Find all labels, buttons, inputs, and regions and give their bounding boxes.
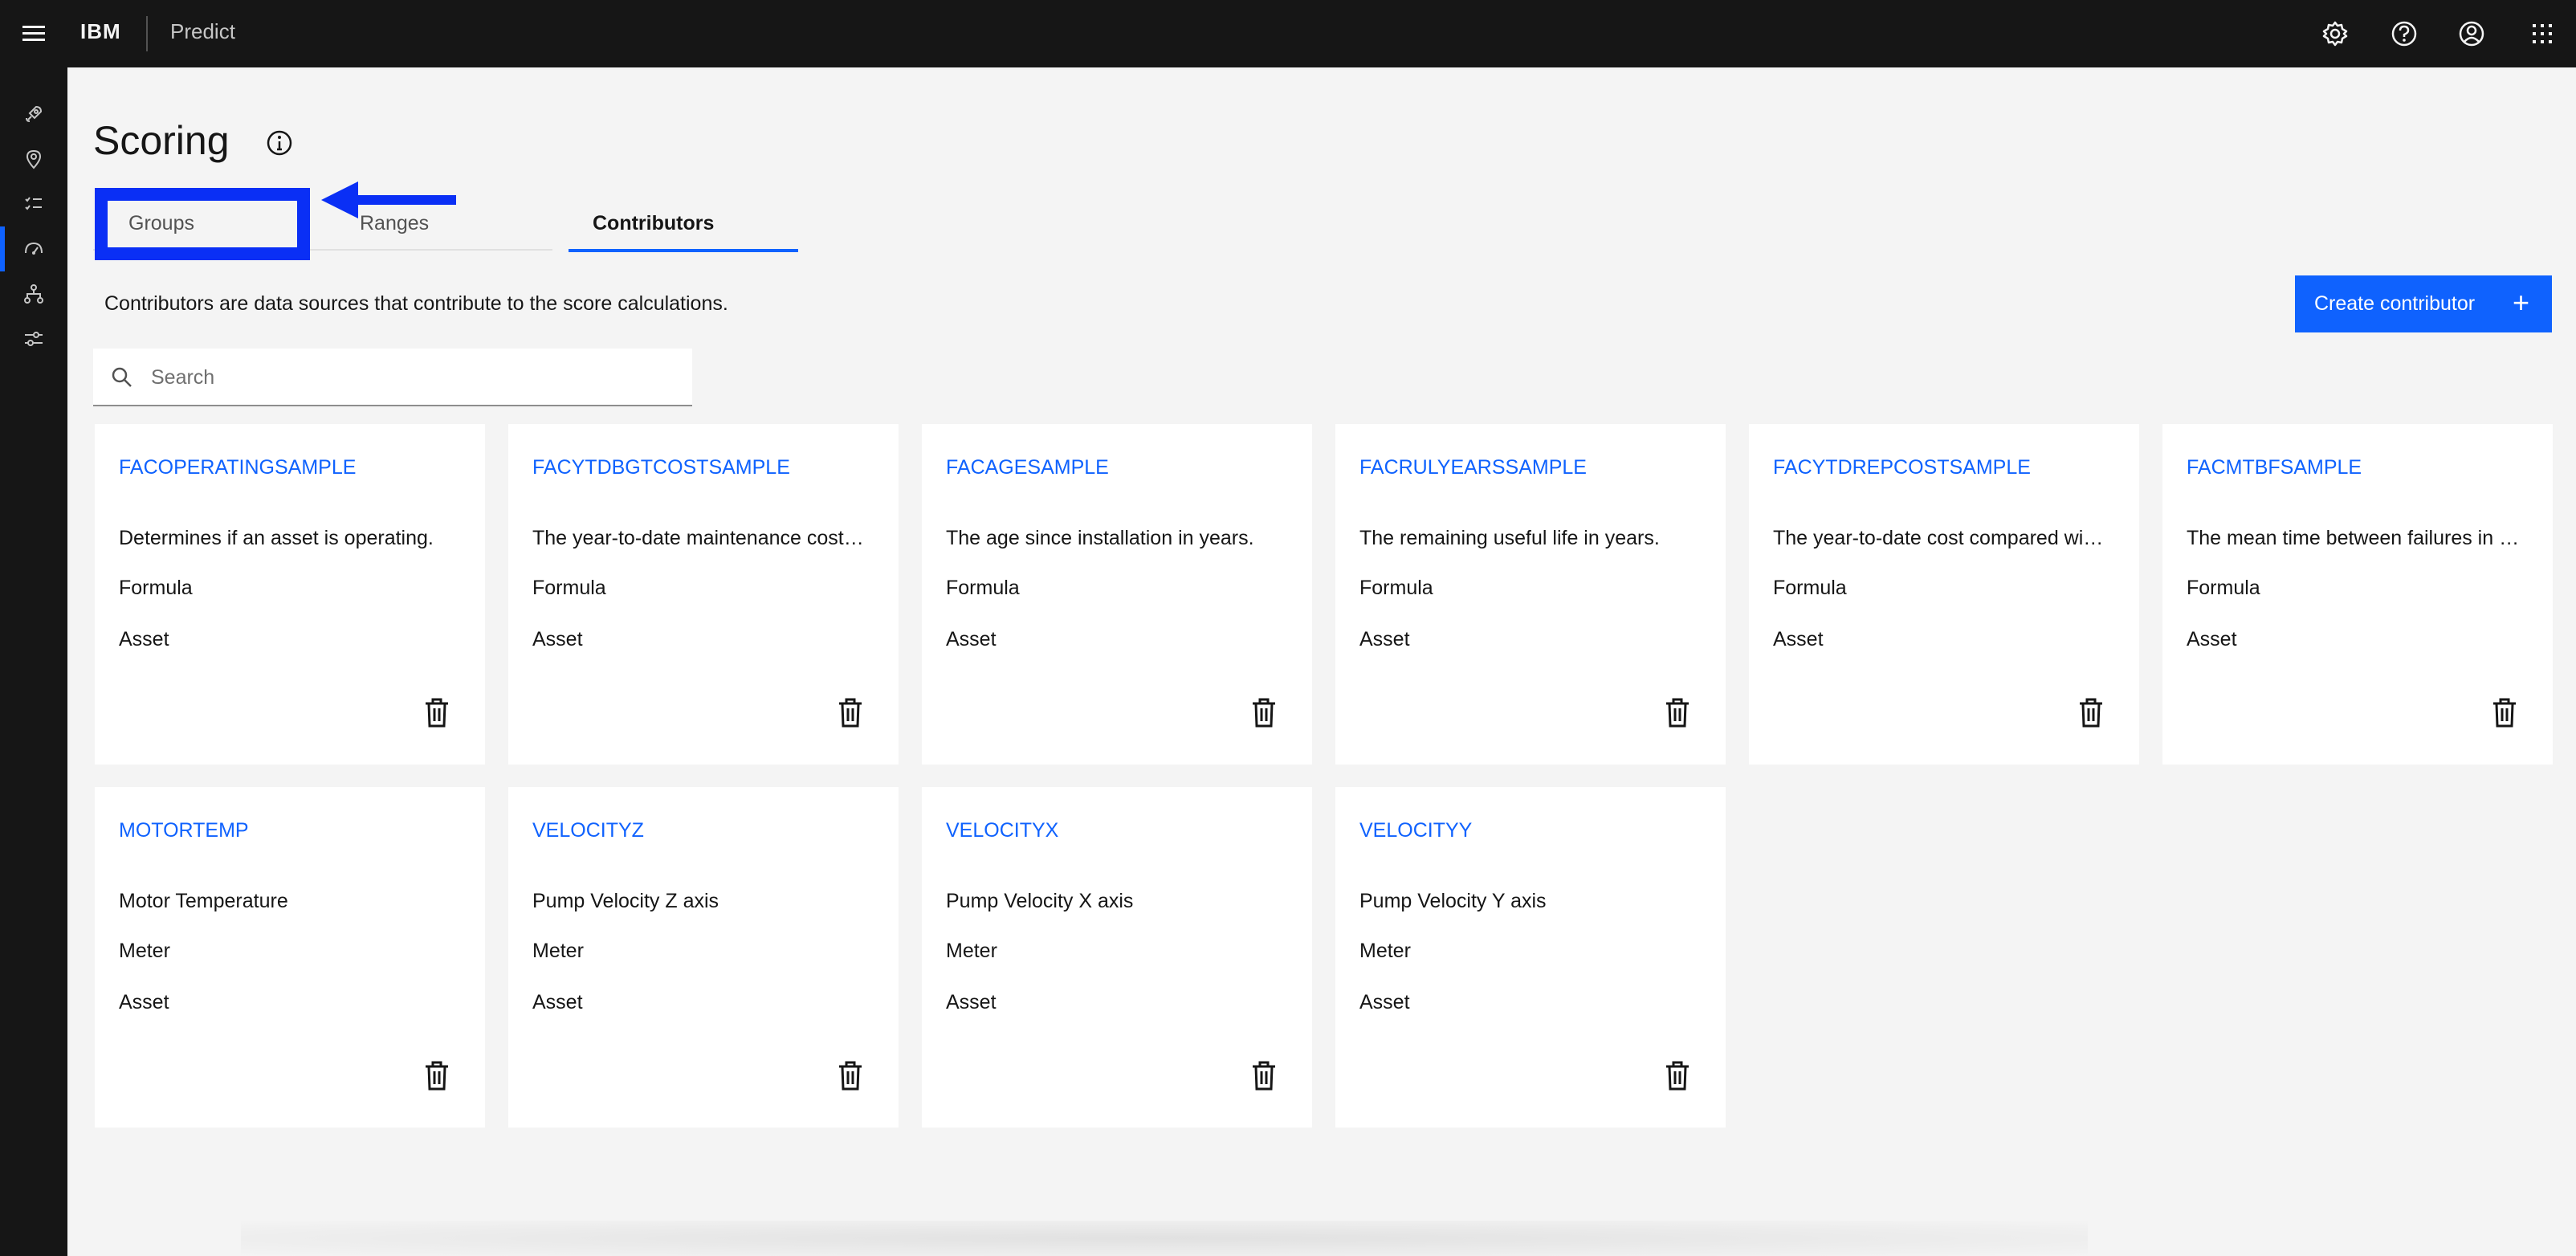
delete-icon[interactable] xyxy=(1248,1058,1280,1094)
contributor-name-link[interactable]: FACOPERATINGSAMPLE xyxy=(119,456,356,479)
delete-icon[interactable] xyxy=(2488,695,2521,731)
delete-icon[interactable] xyxy=(421,695,453,731)
top-header: IBM Predict xyxy=(0,0,2576,67)
checklist-icon[interactable] xyxy=(0,181,67,226)
contributor-scope: Asset xyxy=(119,991,169,1013)
contributor-scope: Asset xyxy=(1773,628,1824,650)
contributor-type: Formula xyxy=(119,577,193,599)
contributor-scope: Asset xyxy=(1359,991,1410,1013)
contributor-name-link[interactable]: FACYTDREPCOSTSAMPLE xyxy=(1773,456,2031,479)
search-icon xyxy=(112,367,132,387)
create-contributor-button[interactable]: Create contributor + xyxy=(2295,275,2552,332)
contributor-type: Meter xyxy=(946,940,997,962)
hierarchy-icon[interactable] xyxy=(0,271,67,316)
dashboard-icon[interactable] xyxy=(0,226,67,271)
search-box xyxy=(93,349,692,406)
contributor-type: Formula xyxy=(2187,577,2260,599)
contributor-scope: Asset xyxy=(119,628,169,650)
contributor-name-link[interactable]: FACRULYEARSSAMPLE xyxy=(1359,456,1587,479)
user-avatar-icon[interactable] xyxy=(2456,18,2488,50)
product-name[interactable]: Predict xyxy=(170,19,235,44)
contributor-description: The age since installation in years. xyxy=(946,527,1254,549)
contributor-scope: Asset xyxy=(1359,628,1410,650)
bottom-shadow xyxy=(241,1221,2088,1256)
contributor-scope: Asset xyxy=(946,991,997,1013)
delete-icon[interactable] xyxy=(834,1058,866,1094)
contributor-type: Formula xyxy=(946,577,1020,599)
header-divider xyxy=(146,16,148,51)
contributor-card[interactable]: FACOPERATINGSAMPLE Determines if an asset… xyxy=(95,424,485,765)
help-icon[interactable] xyxy=(2388,18,2420,50)
contributor-card[interactable]: FACYTDBGTCOSTSAMPLE The year-to-date main… xyxy=(508,424,899,765)
contributor-card[interactable]: FACMTBFSAMPLE The mean time between failu… xyxy=(2162,424,2553,765)
delete-icon[interactable] xyxy=(834,695,866,731)
contributor-name-link[interactable]: MOTORTEMP xyxy=(119,819,249,842)
contributor-scope: Asset xyxy=(2187,628,2237,650)
delete-icon[interactable] xyxy=(1248,695,1280,731)
contributor-description: Pump Velocity Z axis xyxy=(532,890,719,912)
contributor-description: The year-to-date cost compared wi… xyxy=(1773,527,2104,549)
contributor-name-link[interactable]: FACAGESAMPLE xyxy=(946,456,1109,479)
menu-icon[interactable] xyxy=(19,22,48,45)
delete-icon[interactable] xyxy=(421,1058,453,1094)
contributor-description: The year-to-date maintenance cost… xyxy=(532,527,864,549)
search-input[interactable] xyxy=(149,349,683,406)
contributor-scope: Asset xyxy=(532,628,583,650)
create-contributor-label: Create contributor xyxy=(2314,292,2476,315)
app-switcher-icon[interactable] xyxy=(2526,18,2558,50)
contributor-description: The mean time between failures in … xyxy=(2187,527,2520,549)
location-icon[interactable] xyxy=(0,137,67,181)
contributor-type: Meter xyxy=(119,940,170,962)
contributors-description: Contributors are data sources that contr… xyxy=(104,292,728,315)
contributor-type: Formula xyxy=(1773,577,1847,599)
tab-ranges[interactable]: Ranges xyxy=(320,198,552,251)
contributor-type: Meter xyxy=(532,940,584,962)
page-title: Scoring xyxy=(93,118,230,163)
contributor-description: Motor Temperature xyxy=(119,890,288,912)
contributor-card[interactable]: FACYTDREPCOSTSAMPLE The year-to-date cost… xyxy=(1749,424,2139,765)
brand-name[interactable]: IBM xyxy=(80,19,121,44)
contributor-type: Formula xyxy=(1359,577,1433,599)
contributor-scope: Asset xyxy=(946,628,997,650)
contributor-name-link[interactable]: FACYTDBGTCOSTSAMPLE xyxy=(532,456,790,479)
contributor-description: The remaining useful life in years. xyxy=(1359,527,1660,549)
contributor-type: Meter xyxy=(1359,940,1411,962)
tab-groups[interactable]: Groups xyxy=(93,198,320,251)
contributor-scope: Asset xyxy=(532,991,583,1013)
contributor-description: Pump Velocity X axis xyxy=(946,890,1134,912)
delete-icon[interactable] xyxy=(1661,1058,1694,1094)
contributor-name-link[interactable]: VELOCITYX xyxy=(946,819,1058,842)
rocket-icon[interactable] xyxy=(0,92,67,137)
settings-icon[interactable] xyxy=(2319,18,2351,50)
contributor-name-link[interactable]: FACMTBFSAMPLE xyxy=(2187,456,2362,479)
contributor-type: Formula xyxy=(532,577,606,599)
contributor-card[interactable]: FACAGESAMPLE The age since installation i… xyxy=(922,424,1312,765)
contributor-description: Determines if an asset is operating. xyxy=(119,527,434,549)
contributor-name-link[interactable]: VELOCITYY xyxy=(1359,819,1472,842)
tab-contributors[interactable]: Contributors xyxy=(569,198,798,252)
contributor-card[interactable]: MOTORTEMP Motor Temperature Meter Asset xyxy=(95,787,485,1128)
contributor-description: Pump Velocity Y axis xyxy=(1359,890,1547,912)
contributor-card[interactable]: VELOCITYX Pump Velocity X axis Meter Asset xyxy=(922,787,1312,1128)
info-icon[interactable] xyxy=(265,128,294,157)
delete-icon[interactable] xyxy=(1661,695,1694,731)
contributor-card[interactable]: FACRULYEARSSAMPLE The remaining useful li… xyxy=(1335,424,1726,765)
side-nav xyxy=(0,67,67,1256)
contributor-name-link[interactable]: VELOCITYZ xyxy=(532,819,644,842)
contributor-card[interactable]: VELOCITYZ Pump Velocity Z axis Meter Asset xyxy=(508,787,899,1128)
add-icon: + xyxy=(2512,286,2529,319)
settings-adjust-icon[interactable] xyxy=(0,316,67,361)
delete-icon[interactable] xyxy=(2075,695,2107,731)
contributor-card[interactable]: VELOCITYY Pump Velocity Y axis Meter Asset xyxy=(1335,787,1726,1128)
